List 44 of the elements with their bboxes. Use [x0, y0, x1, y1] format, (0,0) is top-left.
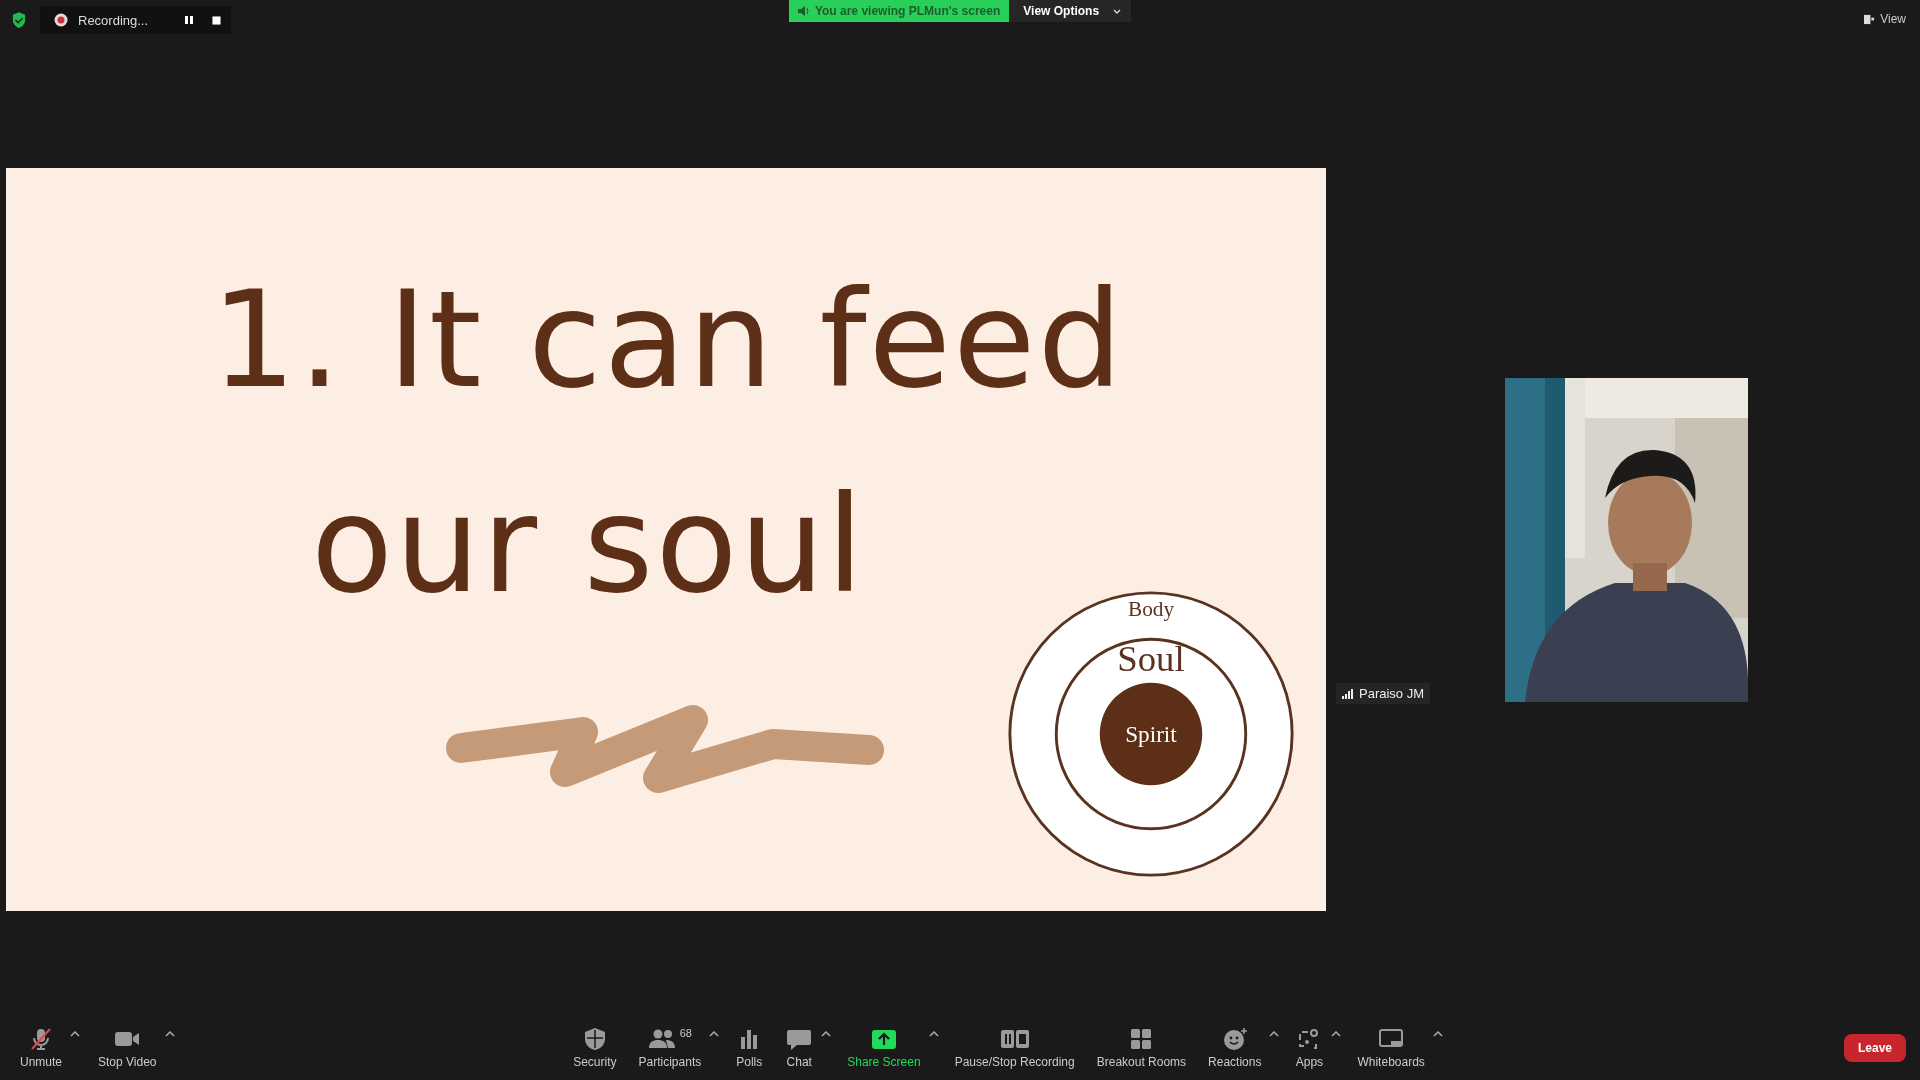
- layout-icon: [1864, 13, 1876, 25]
- view-options-button[interactable]: View Options: [1009, 0, 1132, 22]
- toolbar-button[interactable]: Whiteboards: [1351, 1025, 1431, 1071]
- caret-icon[interactable]: [1331, 1031, 1342, 1037]
- toolbar-button[interactable]: Unmute: [14, 1025, 69, 1071]
- caret-icon[interactable]: [164, 1031, 175, 1037]
- toolbar-button[interactable]: Chat: [779, 1025, 820, 1071]
- leave-button[interactable]: Leave: [1843, 1034, 1906, 1062]
- toolbar-button[interactable]: 68 Participants: [632, 1025, 708, 1071]
- chevron-down-icon: [1113, 8, 1122, 14]
- slide-title-line: our soul: [311, 467, 866, 623]
- banner-text: You are viewing PLMun's screen: [814, 4, 1001, 18]
- caret-icon[interactable]: [821, 1031, 832, 1037]
- toolbar-button[interactable]: Polls: [729, 1025, 770, 1071]
- signal-icon: [1342, 688, 1354, 699]
- diagram-label: Body: [1127, 597, 1175, 622]
- share-screen-icon: [869, 1027, 898, 1051]
- speaker-icon: [797, 6, 810, 16]
- caret-icon[interactable]: [70, 1031, 81, 1037]
- caret-icon[interactable]: [928, 1031, 939, 1037]
- toolbar-button[interactable]: Reactions: [1202, 1025, 1268, 1071]
- participant-count: 68: [679, 1027, 692, 1039]
- people-icon: [647, 1027, 676, 1051]
- chat-bubble-icon: [785, 1027, 814, 1051]
- recording-status: Recording...: [78, 12, 149, 28]
- view-button[interactable]: View: [1858, 10, 1912, 28]
- diagram-label: Spirit: [1125, 720, 1177, 747]
- stop-icon[interactable]: [212, 15, 222, 25]
- diagram-label: Soul: [1117, 638, 1185, 680]
- pause-icon[interactable]: [184, 15, 195, 25]
- caret-icon[interactable]: [1432, 1031, 1443, 1037]
- record-icon: [54, 13, 68, 27]
- participant-name: Paraiso JM: [1359, 686, 1425, 701]
- caret-icon[interactable]: [1269, 1031, 1280, 1037]
- toolbar-button[interactable]: Security: [567, 1025, 623, 1071]
- toolbar-button[interactable]: Breakout Rooms: [1090, 1025, 1193, 1071]
- caret-icon[interactable]: [709, 1031, 720, 1037]
- toolbar-button[interactable]: Pause/Stop Recording: [948, 1025, 1081, 1071]
- shield-check-icon[interactable]: [12, 12, 26, 28]
- toolbar-button[interactable]: Apps: [1289, 1025, 1330, 1071]
- toolbar-button[interactable]: Share Screen: [841, 1025, 927, 1071]
- slide-title-line: 1. It can feed: [211, 262, 1125, 418]
- pause-stop-icon: [1000, 1027, 1029, 1051]
- toolbar-button[interactable]: Stop Video: [92, 1025, 163, 1071]
